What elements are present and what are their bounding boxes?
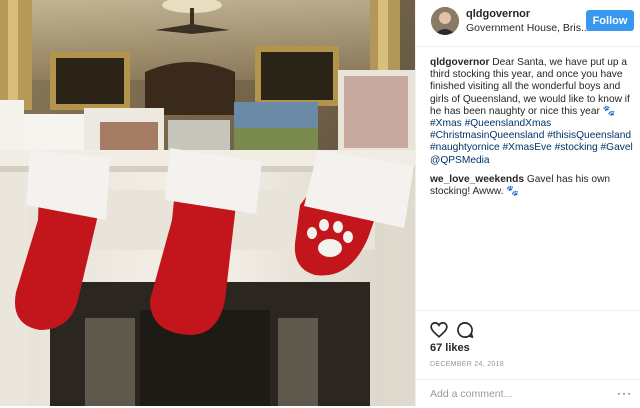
hashtag-link[interactable]: #Gavel xyxy=(601,142,633,153)
hashtag-link[interactable]: #thisisQueensland xyxy=(547,130,631,141)
comment-input[interactable] xyxy=(430,386,610,402)
post-location[interactable]: Government House, Bris... xyxy=(466,22,590,34)
add-comment-bar: ··· xyxy=(416,379,640,408)
hashtag-link[interactable]: #stocking xyxy=(555,142,598,153)
hashtag-link[interactable]: #ChristmasinQueensland xyxy=(430,130,544,141)
hashtag-link[interactable]: #XmasEve xyxy=(503,142,552,153)
comments-list: qldgovernor Dear Santa, we have put up a… xyxy=(430,57,634,205)
comment-item: qldgovernor Dear Santa, we have put up a… xyxy=(430,57,634,167)
post-actions: 67 likes DECEMBER 24, 2018 ··· xyxy=(416,310,640,407)
post-photo[interactable] xyxy=(0,0,415,406)
heart-icon[interactable] xyxy=(430,321,448,339)
likes-count[interactable]: 67 likes xyxy=(430,342,470,354)
comment-username[interactable]: qldgovernor xyxy=(430,57,489,68)
avatar[interactable] xyxy=(431,7,459,35)
avatar-image xyxy=(431,7,459,35)
hashtag-link[interactable]: #QueenslandXmas xyxy=(465,118,552,129)
hashtag-link[interactable]: #naughtyornice xyxy=(430,142,500,153)
post-username[interactable]: qldgovernor xyxy=(466,8,530,20)
hashtag-link[interactable]: #Xmas xyxy=(430,118,462,129)
instagram-post: qldgovernor Government House, Bris... Fo… xyxy=(0,0,640,406)
hashtag-link[interactable]: @QPSMedia xyxy=(430,155,490,166)
comment-username[interactable]: we_love_weekends xyxy=(430,174,524,185)
post-side-panel: qldgovernor Government House, Bris... Fo… xyxy=(415,0,640,406)
post-date: DECEMBER 24, 2018 xyxy=(430,361,504,368)
post-header: qldgovernor Government House, Bris... Fo… xyxy=(416,0,640,47)
more-options-icon[interactable]: ··· xyxy=(617,386,632,400)
comment-item: we_love_weekends Gavel has his own stock… xyxy=(430,174,634,198)
comment-icon[interactable] xyxy=(456,321,474,339)
follow-button[interactable]: Follow xyxy=(586,10,634,31)
post-image xyxy=(0,0,415,406)
